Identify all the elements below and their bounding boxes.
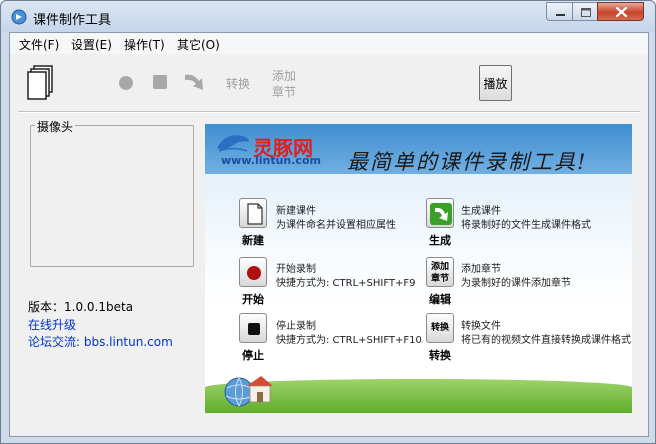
minimize-icon [556,14,565,16]
forum-link[interactable]: 论坛交流: bbs.lintun.com [28,333,173,350]
camera-group: 摄像头 [30,118,194,267]
new-document-icon [247,203,263,225]
menu-bar: 文件(F) 设置(E) 操作(T) 其它(O) [10,33,648,54]
close-button[interactable] [597,2,644,21]
convert-arrow-icon[interactable] [182,71,208,95]
convert-arrow-icon [430,203,452,225]
menu-file[interactable]: 文件(F) [19,36,59,53]
minimize-button[interactable] [546,2,573,21]
generate-course-button[interactable] [426,198,454,228]
convert-title: 转换文件 [461,321,501,332]
window-title: 课件制作工具 [33,13,112,28]
start-title: 开始录制 [276,264,316,275]
maximize-button[interactable] [572,2,598,21]
add-chapter-desc: 为录制好的课件添加章节 [461,278,571,289]
new-course-button[interactable] [239,198,267,228]
online-upgrade-link[interactable]: 在线升级 [28,316,76,333]
maximize-icon [581,8,591,17]
camera-group-title: 摄像头 [35,118,76,135]
record-icon [247,266,261,280]
add-chapter-label-2: 章节 [271,85,296,99]
convert-label: 转换 [429,349,451,362]
add-chapter-title: 添加章节 [461,264,501,275]
stop-desc: 快捷方式为: CTRL+SHIFT+F10 [276,335,422,346]
start-desc: 快捷方式为: CTRL+SHIFT+F9 [276,278,416,289]
title-bar: 课件制作工具 [1,1,655,32]
menu-settings[interactable]: 设置(E) [71,36,112,53]
start-label: 开始 [242,293,264,306]
generate-title: 生成课件 [461,206,501,217]
convert-button[interactable]: 转换 [224,76,252,92]
app-window: 课件制作工具 文件(F) 设置(E) 操作(T) 其它(O) 转换 添加 章节 … [0,0,656,444]
stop-icon[interactable] [152,74,168,90]
slogan: 最简单的课件录制工具! [347,150,588,174]
add-chapter-banner-button[interactable]: 添加 章节 [426,257,454,287]
toolbar-divider [18,111,640,113]
add-chapter-label-1: 添加 [271,69,296,83]
stop-title: 停止录制 [276,321,316,332]
house-globe-decoration [224,376,273,407]
logo-url: www.lintun.com [221,154,321,167]
generate-label: 生成 [429,234,451,247]
new-desc: 为课件命名并设置相应属性 [276,220,396,231]
new-label: 新建 [242,234,264,247]
new-title: 新建课件 [276,206,316,217]
stop-icon [248,323,260,335]
welcome-banner: 灵豚网 www.lintun.com 最简单的课件录制工具! 新建 新建课件 为… [205,124,632,413]
convert-desc: 将已有的视频文件直接转换成课件格式 [461,335,631,346]
stop-record-button[interactable] [239,313,267,343]
generate-desc: 将录制好的文件生成课件格式 [461,220,591,231]
add-chapter-icon-text-2: 章节 [430,274,449,284]
add-chapter-button[interactable]: 添加 章节 [269,68,299,100]
play-button[interactable]: 播放 [479,65,512,101]
start-record-button[interactable] [239,257,267,287]
close-icon [615,6,628,18]
menu-operation[interactable]: 操作(T) [124,36,165,53]
client-area: 文件(F) 设置(E) 操作(T) 其它(O) 转换 添加 章节 播放 摄像头 … [9,32,649,437]
version-text: 版本：1.0.0.1beta [28,300,134,314]
record-icon[interactable] [118,75,134,91]
menu-other[interactable]: 其它(O) [177,36,220,53]
add-chapter-icon-text-1: 添加 [430,262,449,272]
edit-label: 编辑 [429,293,451,306]
app-icon [11,9,27,25]
new-document-icon[interactable] [26,65,56,101]
convert-file-button[interactable]: 转换 [426,313,454,343]
stop-label: 停止 [242,349,264,362]
dolphin-icon [217,135,249,152]
